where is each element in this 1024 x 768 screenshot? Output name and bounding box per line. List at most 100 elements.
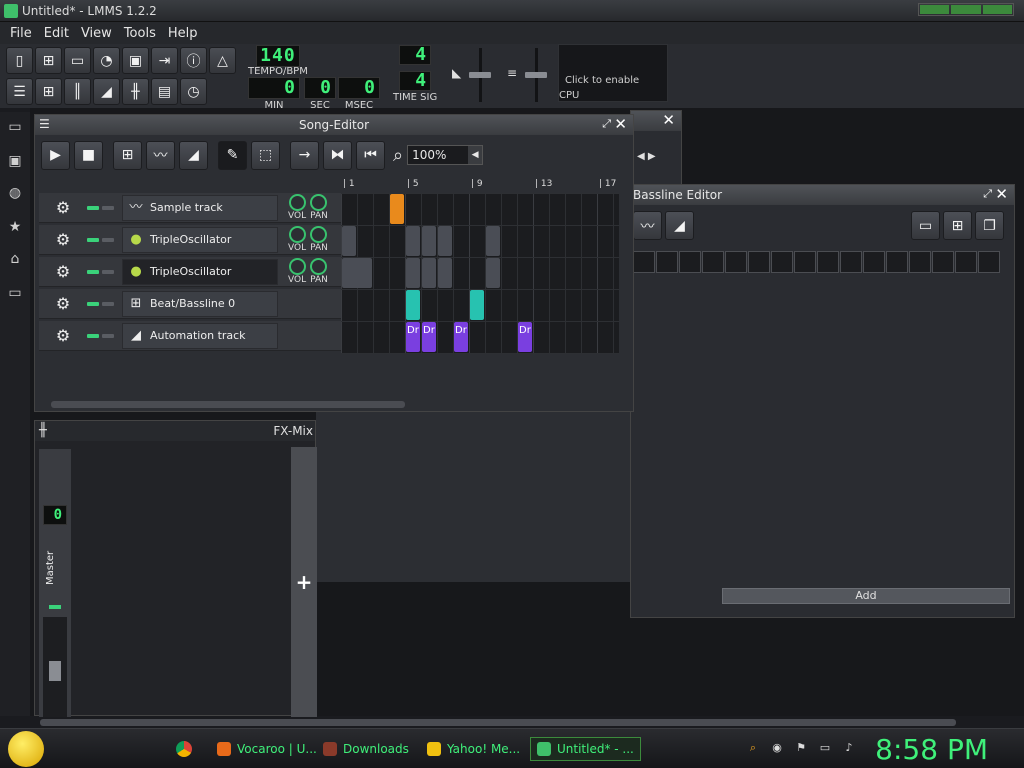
mixer-icon[interactable]: ╫ bbox=[122, 78, 149, 105]
taskbar-item[interactable]: Downloads bbox=[316, 737, 416, 761]
mute-toggle[interactable] bbox=[87, 237, 99, 242]
network-icon[interactable]: ⚑ bbox=[794, 741, 808, 755]
track-row[interactable]: ⚙ ⊞ Beat/Bassline 0 bbox=[39, 289, 341, 319]
root-directory-icon[interactable]: ▭ bbox=[6, 284, 24, 302]
pattern-clip[interactable] bbox=[422, 258, 436, 288]
time-signature[interactable]: 4 4 TIME SIG bbox=[393, 45, 437, 103]
workspace-scrollbar[interactable] bbox=[40, 719, 956, 726]
gear-icon[interactable]: ⚙ bbox=[51, 294, 75, 313]
stop-behaviour-icon[interactable]: ⏮ bbox=[356, 140, 385, 170]
track-name-button[interactable]: ● TripleOscillator bbox=[122, 226, 278, 253]
horizontal-scrollbar[interactable] bbox=[51, 401, 405, 408]
taskbar-item[interactable]: Vocaroo | U... bbox=[210, 737, 324, 761]
pattern-clip[interactable] bbox=[438, 258, 452, 288]
menu-view[interactable]: View bbox=[75, 26, 118, 41]
clone-steps-icon[interactable]: ❐ bbox=[975, 211, 1004, 240]
automation-nav-arrows[interactable]: ◀ ▶ bbox=[637, 151, 656, 162]
open-project-icon[interactable]: ▭ bbox=[64, 47, 91, 74]
pattern-clip[interactable] bbox=[342, 258, 372, 288]
time-sec[interactable]: 0 SEC bbox=[304, 77, 336, 111]
my-projects-icon[interactable]: ▣ bbox=[6, 152, 24, 170]
track-name-button[interactable]: ◢ Automation track bbox=[122, 322, 278, 349]
draw-mode-icon[interactable]: ✎ bbox=[218, 140, 247, 170]
auto-scroll-icon[interactable]: → bbox=[290, 140, 319, 170]
mute-toggle[interactable] bbox=[87, 269, 99, 274]
pattern-clip[interactable] bbox=[406, 226, 420, 256]
add-sample-track-icon[interactable]: 〰 bbox=[146, 140, 175, 170]
step-cell[interactable] bbox=[748, 251, 770, 273]
step-cell[interactable] bbox=[932, 251, 954, 273]
master-volume-slider[interactable]: ◣ bbox=[450, 46, 491, 104]
recent-projects-icon[interactable]: ◔ bbox=[93, 47, 120, 74]
track-name-button[interactable]: ⊞ Beat/Bassline 0 bbox=[122, 290, 278, 317]
add-sample-track-icon[interactable]: 〰 bbox=[633, 211, 662, 240]
solo-toggle[interactable] bbox=[102, 333, 114, 338]
instrument-plugins-icon[interactable]: ▭ bbox=[6, 118, 24, 136]
maximize-icon[interactable]: ⤢ bbox=[983, 187, 992, 201]
remove-steps-icon[interactable]: ▭ bbox=[911, 211, 940, 240]
solo-toggle[interactable] bbox=[102, 237, 114, 242]
volume-knob[interactable]: VOL bbox=[288, 226, 306, 253]
save-project-icon[interactable]: ▣ bbox=[122, 47, 149, 74]
menu-file[interactable]: File bbox=[4, 26, 38, 41]
step-cell[interactable] bbox=[794, 251, 816, 273]
mute-toggle[interactable] bbox=[87, 205, 99, 210]
step-cell[interactable] bbox=[909, 251, 931, 273]
pattern-clip[interactable] bbox=[470, 290, 484, 320]
my-presets-icon[interactable]: ★ bbox=[6, 218, 24, 236]
pattern-clip[interactable]: Dr bbox=[422, 322, 436, 352]
automation-editor-icon[interactable]: ◢ bbox=[93, 78, 120, 105]
step-cell[interactable] bbox=[886, 251, 908, 273]
pattern-clip[interactable] bbox=[406, 290, 420, 320]
pan-knob[interactable]: PAN bbox=[310, 226, 328, 253]
pattern-clip[interactable] bbox=[342, 226, 356, 256]
close-icon[interactable]: ✕ bbox=[995, 185, 1008, 203]
song-editor-menu-icon[interactable]: ☰ bbox=[39, 117, 50, 131]
start-button[interactable] bbox=[8, 731, 44, 767]
taskbar-item[interactable]: Yahoo! Me... bbox=[420, 737, 527, 761]
volume-knob[interactable]: VOL bbox=[288, 194, 306, 221]
add-beat-bassline-icon[interactable]: ⊞ bbox=[113, 140, 142, 170]
add-effect-button[interactable]: Add bbox=[722, 588, 1010, 604]
song-editor-icon[interactable]: ☰ bbox=[6, 78, 33, 105]
track-row[interactable]: ⚙ ● TripleOscillator VOL PAN bbox=[39, 225, 341, 255]
piano-roll-icon[interactable]: ║ bbox=[64, 78, 91, 105]
step-cell[interactable] bbox=[679, 251, 701, 273]
window-controls[interactable] bbox=[918, 3, 1014, 16]
stop-icon[interactable]: ■ bbox=[74, 140, 103, 170]
close-icon[interactable]: ✕ bbox=[614, 115, 627, 133]
new-project-icon[interactable]: ▯ bbox=[6, 47, 33, 74]
time-msec[interactable]: 0 MSEC bbox=[338, 77, 380, 111]
step-cell[interactable] bbox=[702, 251, 724, 273]
step-cell[interactable] bbox=[771, 251, 793, 273]
menu-edit[interactable]: Edit bbox=[38, 26, 75, 41]
track-name-button[interactable]: 〰 Sample track bbox=[122, 194, 278, 221]
solo-toggle[interactable] bbox=[102, 301, 114, 306]
close-icon[interactable]: ✕ bbox=[662, 111, 675, 129]
step-cell[interactable] bbox=[863, 251, 885, 273]
track-name-button[interactable]: ● TripleOscillator bbox=[122, 258, 278, 285]
solo-toggle[interactable] bbox=[102, 269, 114, 274]
cpu-graph[interactable]: Click to enable CPU bbox=[558, 44, 668, 102]
beat-editor-icon[interactable]: ⊞ bbox=[35, 78, 62, 105]
search-icon[interactable]: ⌕ bbox=[746, 741, 760, 755]
pan-knob[interactable]: PAN bbox=[310, 258, 328, 285]
chrome-icon[interactable] bbox=[176, 741, 192, 757]
pattern-clip[interactable] bbox=[406, 258, 420, 288]
pattern-clip[interactable]: Dr bbox=[454, 322, 468, 352]
track-row[interactable]: ⚙ 〰 Sample track VOL PAN bbox=[39, 193, 341, 223]
gear-icon[interactable]: ⚙ bbox=[51, 230, 75, 249]
time-min[interactable]: 0 MIN bbox=[248, 77, 300, 111]
mute-toggle[interactable] bbox=[87, 333, 99, 338]
loop-points-icon[interactable]: ⧓ bbox=[323, 140, 352, 170]
pattern-clip[interactable] bbox=[438, 226, 452, 256]
edit-mode-icon[interactable]: ⬚ bbox=[251, 140, 280, 170]
add-channel-button[interactable]: + bbox=[291, 447, 317, 717]
pattern-clip[interactable] bbox=[422, 226, 436, 256]
add-automation-track-icon[interactable]: ◢ bbox=[179, 140, 208, 170]
add-automation-track-icon[interactable]: ◢ bbox=[665, 211, 694, 240]
play-icon[interactable]: ▶ bbox=[41, 140, 70, 170]
new-from-template-icon[interactable]: ⊞ bbox=[35, 47, 62, 74]
step-cell[interactable] bbox=[656, 251, 678, 273]
my-home-icon[interactable]: ⌂ bbox=[6, 250, 24, 268]
